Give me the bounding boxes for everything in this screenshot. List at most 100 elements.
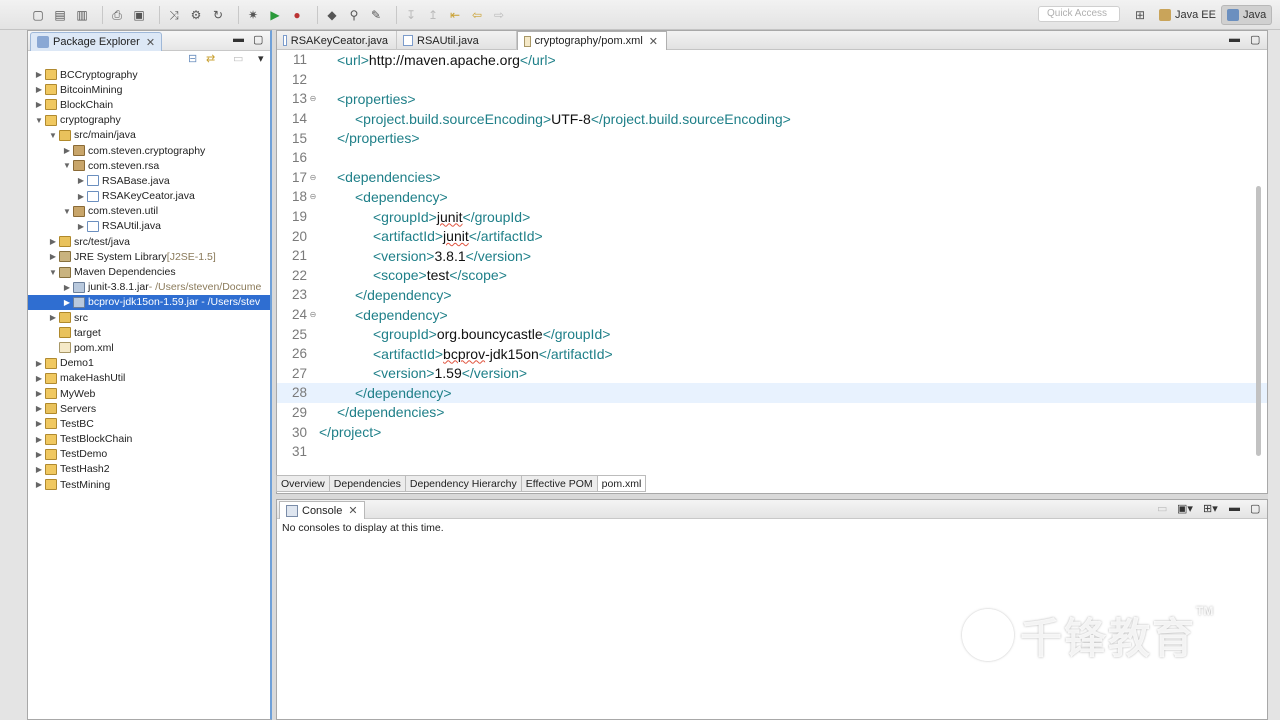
tree-item[interactable]: ▶ TestBC xyxy=(28,416,270,431)
code-line[interactable]: 25 <groupId>org.bouncycastle</groupId> xyxy=(277,324,1267,344)
code-line[interactable]: 24 ⊖ <dependency> xyxy=(277,305,1267,325)
editor-scrollbar[interactable] xyxy=(1256,186,1261,456)
fold-toggle-icon[interactable]: ⊖ xyxy=(307,173,319,182)
tree-item[interactable]: target xyxy=(28,325,270,340)
collapsed-arrow-icon[interactable]: ▶ xyxy=(34,70,44,79)
tab-rsakeyceator[interactable]: RSAKeyCeator.java xyxy=(277,31,397,50)
tree-item[interactable]: ▶ com.steven.cryptography xyxy=(28,143,270,158)
view-menu-icon[interactable]: ▾ xyxy=(258,52,264,65)
run-icon[interactable]: ▶ xyxy=(267,7,283,23)
tree-item[interactable]: ▼ cryptography xyxy=(28,113,270,128)
next-annotation-icon[interactable]: ↧ xyxy=(403,7,419,23)
debug-icon[interactable]: ✷ xyxy=(245,7,261,23)
code-line[interactable]: 12 xyxy=(277,70,1267,90)
minimize-icon[interactable]: ▬ xyxy=(233,33,244,45)
terminal-icon[interactable]: ▣ xyxy=(131,7,147,23)
fold-toggle-icon[interactable]: ⊖ xyxy=(307,192,319,201)
tree-item[interactable]: ▶ RSAKeyCeator.java xyxy=(28,189,270,204)
tree-item[interactable]: ▶ RSAUtil.java xyxy=(28,219,270,234)
tree-item[interactable]: ▶ TestDemo xyxy=(28,447,270,462)
open-type-icon[interactable]: ◆ xyxy=(324,7,340,23)
code-line[interactable]: 14 <project.build.sourceEncoding>UTF-8</p… xyxy=(277,109,1267,129)
print-icon[interactable]: ⎙ xyxy=(109,7,125,23)
code-line[interactable]: 27 <version>1.59</version> xyxy=(277,364,1267,384)
collapsed-arrow-icon[interactable]: ▶ xyxy=(76,192,86,201)
fold-toggle-icon[interactable]: ⊖ xyxy=(307,94,319,103)
tab-console[interactable]: Console ✕ xyxy=(279,501,365,519)
close-icon[interactable]: ✕ xyxy=(146,36,155,49)
open-console-icon[interactable]: ⊞▾ xyxy=(1203,502,1218,515)
clear-console-icon[interactable]: ▭ xyxy=(1157,502,1167,515)
tab-pom-xml[interactable]: cryptography/pom.xml ✕ xyxy=(517,31,667,50)
minimize-icon[interactable]: ▬ xyxy=(1229,33,1240,45)
pom-page-tab[interactable]: pom.xml xyxy=(596,475,647,492)
collapsed-arrow-icon[interactable]: ▶ xyxy=(48,313,58,322)
skip-breakpoints-icon[interactable]: ⤨ xyxy=(166,7,182,23)
code-editor[interactable]: 11 <url>http://maven.apache.org</url> 12 13… xyxy=(277,50,1267,470)
tree-item[interactable]: ▼ com.steven.util xyxy=(28,204,270,219)
pom-page-tab[interactable]: Overview xyxy=(276,475,330,492)
collapsed-arrow-icon[interactable]: ▶ xyxy=(76,176,86,185)
code-line[interactable]: 28 </dependency> xyxy=(277,383,1267,403)
tab-rsautil[interactable]: RSAUtil.java xyxy=(397,31,517,50)
tree-item[interactable]: ▶ Demo1 xyxy=(28,356,270,371)
code-line[interactable]: 16 xyxy=(277,148,1267,168)
code-line[interactable]: 11 <url>http://maven.apache.org</url> xyxy=(277,50,1267,70)
collapsed-arrow-icon[interactable]: ▶ xyxy=(76,222,86,231)
collapsed-arrow-icon[interactable]: ▶ xyxy=(62,283,72,292)
collapsed-arrow-icon[interactable]: ▶ xyxy=(34,419,44,428)
expanded-arrow-icon[interactable]: ▼ xyxy=(48,268,58,277)
expanded-arrow-icon[interactable]: ▼ xyxy=(62,161,72,170)
tree-item[interactable]: ▶ JRE System Library [J2SE-1.5] xyxy=(28,249,270,264)
code-line[interactable]: 17 ⊖ <dependencies> xyxy=(277,168,1267,188)
code-line[interactable]: 20 <artifactId>junit</artifactId> xyxy=(277,226,1267,246)
code-line[interactable]: 29 </dependencies> xyxy=(277,403,1267,423)
code-line[interactable]: 18 ⊖ <dependency> xyxy=(277,187,1267,207)
tree-item[interactable]: ▶ TestHash2 xyxy=(28,462,270,477)
collapsed-arrow-icon[interactable]: ▶ xyxy=(62,298,72,307)
collapsed-arrow-icon[interactable]: ▶ xyxy=(34,374,44,383)
collapsed-arrow-icon[interactable]: ▶ xyxy=(34,465,44,474)
close-icon[interactable]: ✕ xyxy=(649,35,658,48)
tree-item[interactable]: ▶ junit-3.8.1.jar - /Users/steven/Docume xyxy=(28,280,270,295)
tree-item[interactable]: ▶ BitcoinMining xyxy=(28,82,270,97)
code-line[interactable]: 31 xyxy=(277,442,1267,462)
build-icon[interactable]: ⚙ xyxy=(188,7,204,23)
perspective-java-ee[interactable]: Java EE xyxy=(1154,5,1221,25)
tree-item[interactable]: ▼ Maven Dependencies xyxy=(28,264,270,279)
expanded-arrow-icon[interactable]: ▼ xyxy=(34,116,44,125)
tree-item[interactable]: ▶ TestBlockChain xyxy=(28,432,270,447)
code-line[interactable]: 13 ⊖ <properties> xyxy=(277,89,1267,109)
collapsed-arrow-icon[interactable]: ▶ xyxy=(34,359,44,368)
back-icon[interactable]: ⇦ xyxy=(469,7,485,23)
pom-page-tab[interactable]: Dependencies xyxy=(328,475,406,492)
focus-icon[interactable]: ▭ xyxy=(233,52,243,65)
save-all-icon[interactable]: ▥ xyxy=(74,7,90,23)
code-line[interactable]: 21 <version>3.8.1</version> xyxy=(277,246,1267,266)
perspective-java[interactable]: Java xyxy=(1220,5,1273,25)
tree-item[interactable]: ▶ Servers xyxy=(28,401,270,416)
expanded-arrow-icon[interactable]: ▼ xyxy=(62,207,72,216)
run-external-icon[interactable]: ● xyxy=(289,7,305,23)
collapsed-arrow-icon[interactable]: ▶ xyxy=(34,435,44,444)
save-icon[interactable]: ▤ xyxy=(52,7,68,23)
expanded-arrow-icon[interactable]: ▼ xyxy=(48,131,58,140)
tree-item[interactable]: ▼ src/main/java xyxy=(28,128,270,143)
collapsed-arrow-icon[interactable]: ▶ xyxy=(34,389,44,398)
code-line[interactable]: 22 <scope>test</scope> xyxy=(277,266,1267,286)
pom-page-tab[interactable]: Dependency Hierarchy xyxy=(404,475,522,492)
collapsed-arrow-icon[interactable]: ▶ xyxy=(34,480,44,489)
tree-item[interactable]: ▶ BCCryptography xyxy=(28,67,270,82)
maximize-icon[interactable]: ▢ xyxy=(253,33,263,46)
refresh-icon[interactable]: ↻ xyxy=(210,7,226,23)
tree-item[interactable]: pom.xml xyxy=(28,340,270,355)
prev-annotation-icon[interactable]: ↥ xyxy=(425,7,441,23)
collapsed-arrow-icon[interactable]: ▶ xyxy=(34,450,44,459)
fold-toggle-icon[interactable]: ⊖ xyxy=(307,310,319,319)
tree-item[interactable]: ▼ com.steven.rsa xyxy=(28,158,270,173)
forward-icon[interactable]: ⇨ xyxy=(491,7,507,23)
new-icon[interactable]: ▢ xyxy=(30,7,46,23)
minimize-icon[interactable]: ▬ xyxy=(1229,502,1240,514)
collapsed-arrow-icon[interactable]: ▶ xyxy=(34,404,44,413)
code-line[interactable]: 19 <groupId>junit</groupId> xyxy=(277,207,1267,227)
